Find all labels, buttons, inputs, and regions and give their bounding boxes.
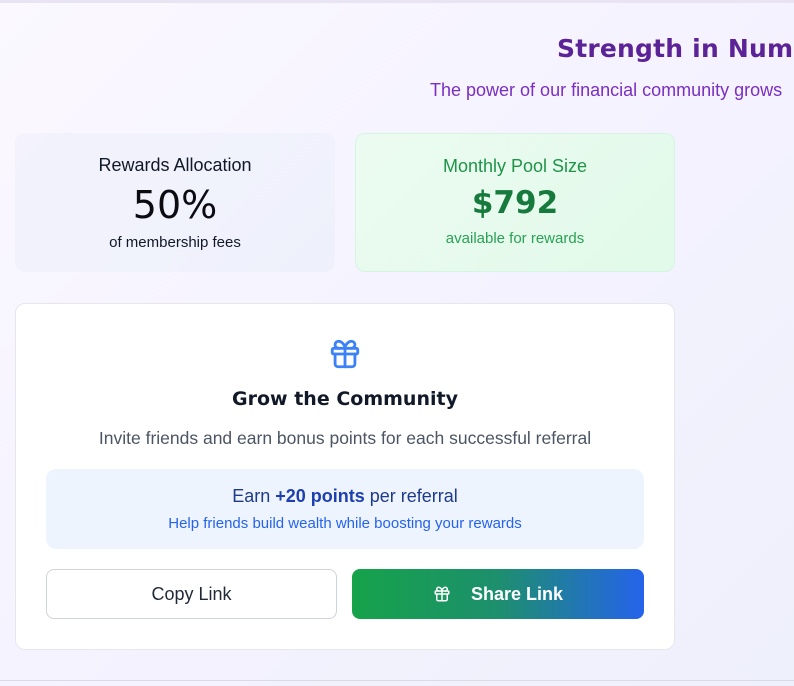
- rewards-allocation-label: Rewards Allocation: [98, 155, 252, 175]
- referral-reward-box: Earn +20 points per referral Help friend…: [46, 469, 644, 549]
- gift-icon: [330, 339, 360, 369]
- referral-reward-subtext: Help friends build wealth while boosting…: [168, 515, 522, 532]
- gift-icon: [434, 586, 450, 602]
- page-subheadline: The power of our financial community gro…: [430, 80, 783, 100]
- monthly-pool-value: $792: [471, 185, 559, 221]
- bottom-divider: [0, 680, 794, 681]
- earn-points: +20 points: [275, 486, 365, 506]
- share-link-label: Share Link: [470, 583, 564, 604]
- monthly-pool-label: Monthly Pool Size: [442, 156, 588, 176]
- referral-reward-line: Earn +20 points per referral: [46, 486, 644, 507]
- grow-community-card: Grow the Community Invite friends and ea…: [15, 303, 675, 650]
- card-description: Invite friends and earn bonus points for…: [98, 428, 592, 448]
- copy-link-label: Copy Link: [151, 583, 232, 604]
- rewards-allocation-caption: of membership fees: [109, 234, 241, 251]
- earn-prefix: Earn: [232, 486, 276, 506]
- copy-link-button[interactable]: Copy Link: [46, 569, 337, 619]
- rewards-allocation-card: Rewards Allocation 50% of membership fee…: [15, 133, 335, 272]
- top-divider: [0, 0, 794, 3]
- monthly-pool-card: Monthly Pool Size $792 available for rew…: [355, 133, 675, 272]
- earn-suffix: per referral: [364, 486, 458, 506]
- rewards-allocation-value: 50%: [132, 183, 218, 227]
- card-title: Grow the Community: [232, 388, 458, 410]
- monthly-pool-caption: available for rewards: [445, 230, 585, 247]
- page-headline: Strength in Numbe: [557, 34, 794, 63]
- share-link-button[interactable]: Share Link: [352, 569, 644, 619]
